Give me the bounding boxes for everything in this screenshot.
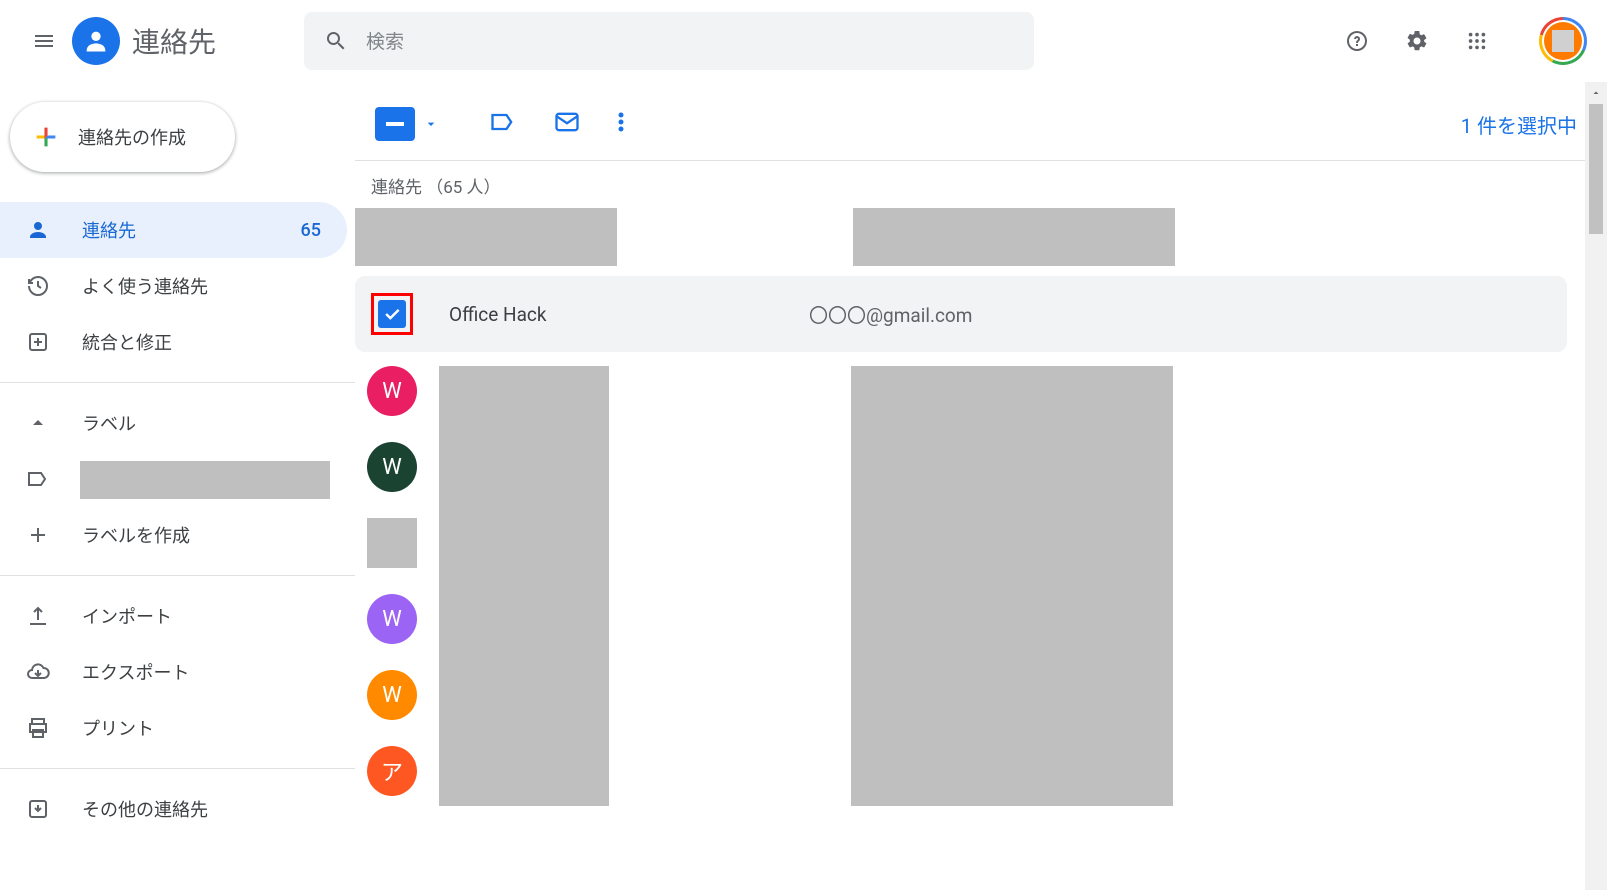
cloud-download-icon <box>26 660 50 684</box>
create-contact-button[interactable]: 連絡先の作成 <box>10 102 235 172</box>
help-button[interactable] <box>1333 17 1381 65</box>
label-action-button[interactable] <box>489 108 517 140</box>
contact-avatar[interactable]: W <box>367 366 417 416</box>
indeterminate-icon <box>386 122 404 126</box>
sidebar-item-merge[interactable]: 統合と修正 <box>0 314 347 370</box>
sidebar-item-other[interactable]: その他の連絡先 <box>0 781 347 837</box>
merge-fix-icon <box>26 330 50 354</box>
contact-avatar[interactable]: ア <box>367 746 417 796</box>
main-panel: 1 件を選択中 連絡先 （65 人） Office Hack 〇〇〇@gmail… <box>355 82 1607 890</box>
contact-avatar[interactable]: W <box>367 594 417 644</box>
app-logo[interactable] <box>72 17 120 65</box>
header-actions <box>1333 17 1587 65</box>
archive-icon <box>26 797 50 821</box>
gear-icon <box>1405 29 1429 53</box>
contact-rows-redacted: W W W W ア <box>355 366 1567 806</box>
sidebar-item-label: プリント <box>82 715 154 741</box>
search-icon <box>324 29 348 53</box>
email-action-button[interactable] <box>553 108 581 140</box>
contact-email: 〇〇〇@gmail.com <box>809 301 972 328</box>
selection-toolbar: 1 件を選択中 <box>355 100 1607 148</box>
app-title: 連絡先 <box>132 21 216 61</box>
sidebar-item-label: ラベル <box>82 410 136 436</box>
sidebar-item-label: よく使う連絡先 <box>82 273 208 299</box>
checkbox-checked[interactable] <box>378 300 406 328</box>
create-contact-label: 連絡先の作成 <box>78 124 186 150</box>
more-vert-icon <box>617 110 625 134</box>
label-outline-icon <box>489 108 517 136</box>
scroll-up-button[interactable] <box>1585 82 1607 104</box>
list-header: 連絡先 （65 人） <box>355 169 1607 208</box>
search-box[interactable] <box>304 12 1034 70</box>
sidebar-labels-header[interactable]: ラベル <box>0 395 347 451</box>
dropdown-caret-icon[interactable] <box>423 116 439 132</box>
print-icon <box>26 716 50 740</box>
person-outline-icon <box>26 218 50 242</box>
plus-icon <box>26 523 50 547</box>
contact-name: Office Hack <box>449 303 809 326</box>
hamburger-icon <box>32 29 56 53</box>
chevron-up-icon <box>1590 87 1602 99</box>
settings-button[interactable] <box>1393 17 1441 65</box>
sidebar: 連絡先の作成 連絡先 65 よく使う連絡先 統合と修正 ラベル <box>0 82 355 890</box>
mail-icon <box>553 108 581 136</box>
contact-avatar-redacted[interactable] <box>367 518 417 568</box>
apps-button[interactable] <box>1453 17 1501 65</box>
plus-multicolor-icon <box>32 123 60 151</box>
person-icon <box>82 27 110 55</box>
sidebar-item-label: ラベルを作成 <box>82 522 190 548</box>
vertical-scrollbar[interactable] <box>1585 82 1607 890</box>
sidebar-item-label: その他の連絡先 <box>82 796 208 822</box>
sidebar-item-label: 連絡先 <box>82 217 136 243</box>
sidebar-item-frequent[interactable]: よく使う連絡先 <box>0 258 347 314</box>
selection-count: 1 件を選択中 <box>1461 110 1577 139</box>
redacted-email <box>853 208 1175 266</box>
history-icon <box>26 274 50 298</box>
help-icon <box>1345 29 1369 53</box>
more-actions-button[interactable] <box>617 110 625 138</box>
apps-grid-icon <box>1466 30 1488 52</box>
sidebar-item-print[interactable]: プリント <box>0 700 347 756</box>
sidebar-create-label[interactable]: ラベルを作成 <box>0 507 347 563</box>
contact-avatar[interactable]: W <box>367 442 417 492</box>
sidebar-item-count: 65 <box>301 220 321 241</box>
checkbox-highlight <box>371 293 413 335</box>
contact-row-selected[interactable]: Office Hack 〇〇〇@gmail.com <box>355 276 1567 352</box>
check-icon <box>382 304 402 324</box>
sidebar-item-label: エクスポート <box>82 659 189 685</box>
contact-avatar[interactable]: W <box>367 670 417 720</box>
redacted-name <box>355 208 617 266</box>
upload-icon <box>26 604 50 628</box>
sidebar-item-label: 統合と修正 <box>82 329 172 355</box>
sidebar-label-redacted <box>80 461 330 499</box>
select-all-button[interactable] <box>375 107 415 141</box>
contact-row-redacted[interactable] <box>355 208 1567 276</box>
redacted-emails-block <box>851 366 1173 806</box>
account-avatar[interactable] <box>1539 17 1587 65</box>
search-input[interactable] <box>366 30 1014 53</box>
sidebar-item-import[interactable]: インポート <box>0 588 347 644</box>
sidebar-item-export[interactable]: エクスポート <box>0 644 347 700</box>
app-header: 連絡先 <box>0 0 1607 82</box>
sidebar-item-contacts[interactable]: 連絡先 65 <box>0 202 347 258</box>
label-outline-icon <box>26 467 50 491</box>
redacted-names-block <box>439 366 609 806</box>
chevron-up-icon <box>26 411 50 435</box>
main-menu-button[interactable] <box>20 17 68 65</box>
sidebar-item-label: インポート <box>82 603 172 629</box>
scroll-thumb[interactable] <box>1589 104 1603 234</box>
